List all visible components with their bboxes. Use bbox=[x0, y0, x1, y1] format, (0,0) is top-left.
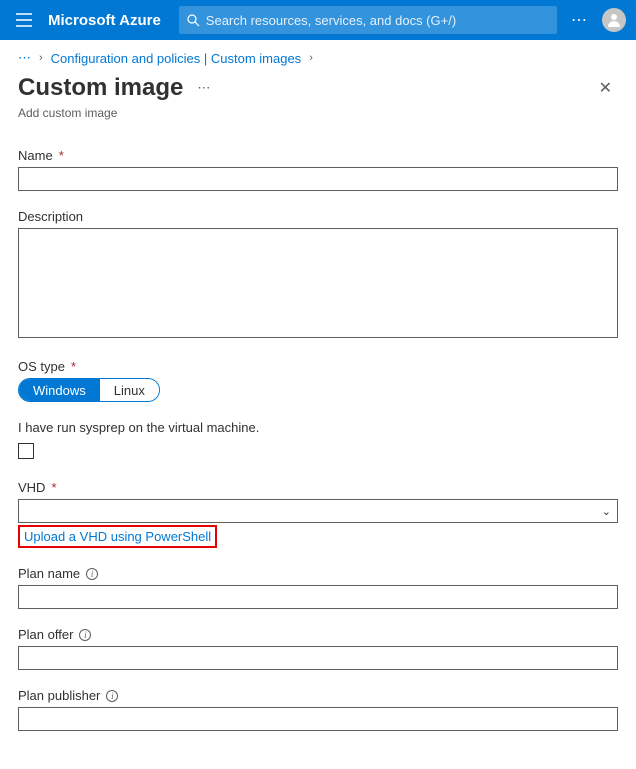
more-icon[interactable]: ⋯ bbox=[571, 10, 588, 30]
field-sysprep: I have run sysprep on the virtual machin… bbox=[18, 420, 618, 462]
chevron-down-icon: ⌄ bbox=[602, 505, 611, 518]
breadcrumb-more[interactable]: ⋯ bbox=[18, 50, 31, 66]
search-icon bbox=[187, 14, 200, 27]
field-plan-offer: Plan offer i bbox=[18, 627, 618, 670]
plan-offer-label: Plan offer bbox=[18, 627, 73, 642]
page-header: Custom image ⋯ ✕ bbox=[18, 72, 618, 104]
page-more-icon[interactable]: ⋯ bbox=[197, 80, 210, 96]
page-subtitle: Add custom image bbox=[18, 106, 618, 120]
chevron-right-icon: › bbox=[309, 52, 313, 64]
breadcrumb: ⋯ › Configuration and policies | Custom … bbox=[0, 40, 636, 72]
description-label: Description bbox=[18, 209, 83, 224]
top-header: Microsoft Azure ⋯ bbox=[0, 0, 636, 40]
ostype-linux[interactable]: Linux bbox=[100, 379, 159, 401]
brand-label: Microsoft Azure bbox=[48, 12, 161, 29]
search-box[interactable] bbox=[179, 6, 557, 34]
plan-offer-input[interactable] bbox=[18, 646, 618, 670]
field-description: Description bbox=[18, 209, 618, 341]
breadcrumb-link[interactable]: Configuration and policies | Custom imag… bbox=[51, 51, 302, 66]
info-icon[interactable]: i bbox=[106, 690, 118, 702]
ostype-label: OS type bbox=[18, 359, 65, 374]
ostype-toggle: Windows Linux bbox=[18, 378, 160, 402]
field-name: Name * bbox=[18, 148, 618, 191]
description-input[interactable] bbox=[18, 228, 618, 338]
user-avatar[interactable] bbox=[602, 8, 626, 32]
plan-name-input[interactable] bbox=[18, 585, 618, 609]
sysprep-label: I have run sysprep on the virtual machin… bbox=[18, 420, 259, 435]
info-icon[interactable]: i bbox=[86, 568, 98, 580]
sysprep-checkbox[interactable] bbox=[18, 443, 34, 459]
page-body: Custom image ⋯ ✕ Add custom image Name *… bbox=[0, 72, 636, 769]
vhd-upload-link[interactable]: Upload a VHD using PowerShell bbox=[24, 529, 211, 544]
ostype-windows[interactable]: Windows bbox=[19, 379, 100, 401]
menu-button[interactable] bbox=[10, 13, 38, 27]
plan-name-label: Plan name bbox=[18, 566, 80, 581]
info-icon[interactable]: i bbox=[79, 629, 91, 641]
required-marker: * bbox=[51, 480, 56, 495]
field-plan-name: Plan name i bbox=[18, 566, 618, 609]
vhd-select[interactable]: ⌄ bbox=[18, 499, 618, 523]
search-input[interactable] bbox=[206, 13, 549, 28]
name-input[interactable] bbox=[18, 167, 618, 191]
plan-publisher-label: Plan publisher bbox=[18, 688, 100, 703]
required-marker: * bbox=[71, 359, 76, 374]
vhd-label: VHD bbox=[18, 480, 45, 495]
required-marker: * bbox=[59, 148, 64, 163]
form: Name * Description OS type * Windows Lin… bbox=[18, 148, 618, 731]
header-actions: ⋯ bbox=[571, 8, 626, 32]
vhd-upload-highlight: Upload a VHD using PowerShell bbox=[18, 525, 217, 548]
field-vhd: VHD * ⌄ Upload a VHD using PowerShell bbox=[18, 480, 618, 548]
close-button[interactable]: ✕ bbox=[593, 72, 618, 104]
field-ostype: OS type * Windows Linux bbox=[18, 359, 618, 402]
plan-publisher-input[interactable] bbox=[18, 707, 618, 731]
field-plan-publisher: Plan publisher i bbox=[18, 688, 618, 731]
chevron-right-icon: › bbox=[39, 52, 43, 64]
name-label: Name bbox=[18, 148, 53, 163]
page-title: Custom image bbox=[18, 74, 183, 102]
